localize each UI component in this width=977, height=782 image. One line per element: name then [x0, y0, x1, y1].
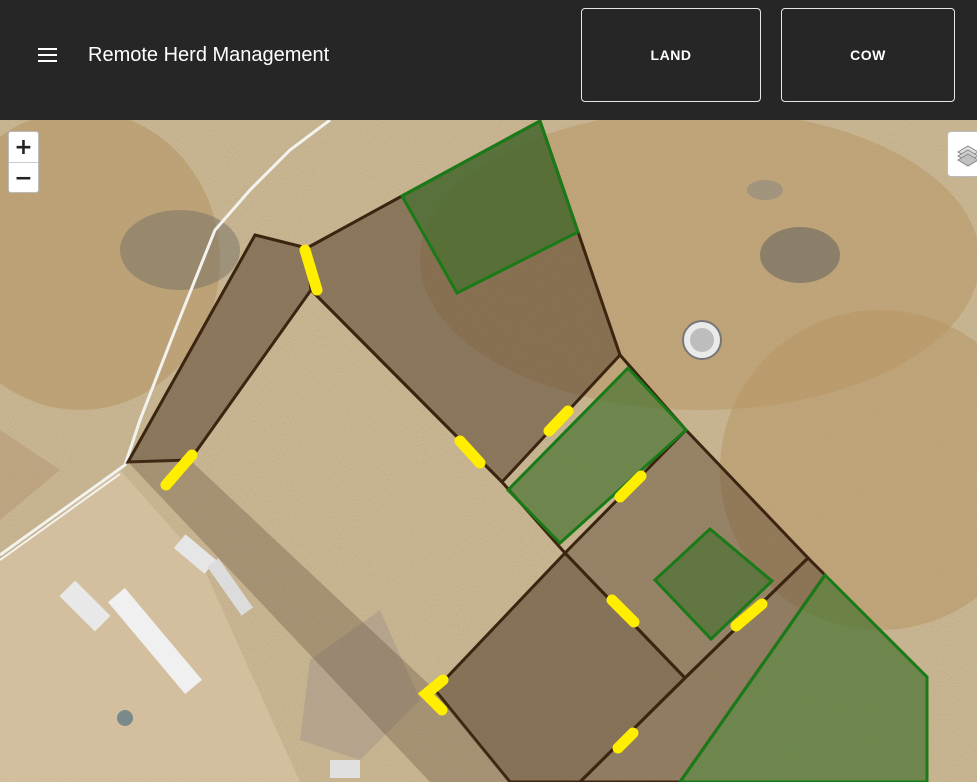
app-bar: Remote Herd Management LAND COW — [0, 0, 977, 120]
menu-icon[interactable] — [38, 48, 58, 64]
land-button[interactable]: LAND — [581, 8, 761, 102]
app-title: Remote Herd Management — [88, 44, 330, 66]
map-canvas[interactable] — [0, 120, 977, 782]
satellite-map[interactable] — [0, 120, 977, 782]
zoom-out-button[interactable]: − — [9, 163, 38, 193]
zoom-control: + − — [8, 131, 39, 193]
zoom-in-button[interactable]: + — [9, 132, 38, 163]
layers-icon — [957, 145, 977, 167]
cow-button[interactable]: COW — [781, 8, 955, 102]
layers-control[interactable] — [947, 131, 977, 177]
